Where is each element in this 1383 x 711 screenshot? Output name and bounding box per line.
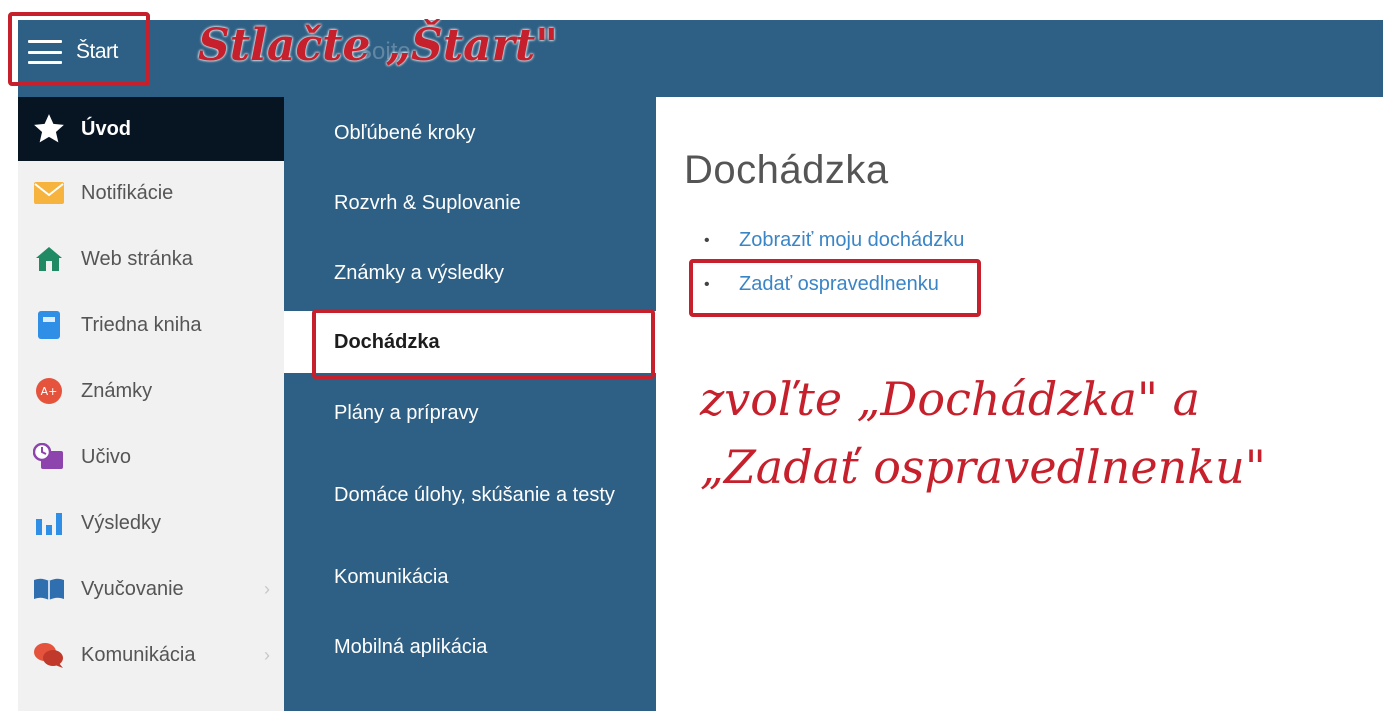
- menu-item-label: Domáce úlohy, skúšanie a testy: [334, 484, 615, 506]
- sidebar-item-znamky[interactable]: A+ Známky: [18, 359, 284, 423]
- envelope-icon: [32, 176, 66, 210]
- svg-text:A+: A+: [41, 385, 58, 398]
- menu-item-oblubene-kroky[interactable]: Obľúbené kroky: [284, 105, 656, 161]
- sidebar-item-label: Notifikácie: [81, 181, 174, 204]
- curriculum-icon: [32, 440, 66, 474]
- start-label: Štart: [76, 40, 118, 63]
- menu-item-dochadzka[interactable]: Dochádzka: [284, 311, 656, 373]
- book-icon: [32, 308, 66, 342]
- annotation-choose-line2: „Zadať ospravedlnenku": [700, 440, 1266, 494]
- menu-item-label: Komunikácia: [334, 565, 449, 588]
- sidebar-item-label: Úvod: [81, 117, 131, 140]
- bullet: •: [704, 276, 710, 293]
- sidebar-item-label: Triedna kniha: [81, 313, 202, 336]
- sidebar-item-triedna-kniha[interactable]: Triedna kniha: [18, 293, 284, 357]
- chevron-right-icon: ›: [264, 644, 270, 665]
- menu-item-label: Známky a výsledky: [334, 261, 505, 284]
- sidebar-item-ucivo[interactable]: Učivo: [18, 425, 284, 489]
- sidebar-item-web-stranka[interactable]: Web stránka: [18, 227, 284, 291]
- bar-chart-icon: [32, 506, 66, 540]
- sidebar-item-vyucovanie[interactable]: Vyučovanie ›: [18, 557, 284, 621]
- menu-item-rozvrh[interactable]: Rozvrh & Suplovanie: [284, 175, 656, 231]
- chat-icon: [32, 638, 66, 672]
- start-submenu: Obľúbené kroky Rozvrh & Suplovanie Známk…: [284, 97, 656, 711]
- annotation-choose-line1: zvoľte „Dochádzka" a: [700, 372, 1201, 426]
- sidebar-item-label: Vyučovanie: [81, 577, 184, 600]
- menu-item-label: Plány a prípravy: [334, 401, 479, 424]
- menu-item-label: Mobilná aplikácia: [334, 635, 488, 658]
- annotation-press-start: Stlačte „Štart": [198, 20, 559, 71]
- sidebar-item-label: Výsledky: [81, 511, 162, 534]
- sidebar-item-notifikacie[interactable]: Notifikácie: [18, 161, 284, 225]
- home-icon: [32, 242, 66, 276]
- view-attendance-link[interactable]: Zobraziť moju dochádzku: [739, 229, 964, 252]
- submit-excuse-link[interactable]: Zadať ospravedlnenku: [739, 273, 939, 296]
- menu-item-label: Obľúbené kroky: [334, 121, 476, 144]
- sidebar-item-label: Web stránka: [81, 247, 193, 270]
- menu-item-komunikacia[interactable]: Komunikácia: [284, 549, 656, 605]
- sidebar-item-label: Komunikácia: [81, 643, 196, 666]
- grades-icon: A+: [32, 374, 66, 408]
- sidebar-item-label: Učivo: [81, 445, 132, 468]
- chevron-right-icon: ›: [264, 578, 270, 599]
- hamburger-icon: [28, 40, 62, 64]
- sidebar-item-vysledky[interactable]: Výsledky: [18, 491, 284, 555]
- menu-item-znamky-vysledky[interactable]: Známky a výsledky: [284, 245, 656, 301]
- menu-item-label: Dochádzka: [334, 330, 440, 353]
- menu-item-plany[interactable]: Plány a prípravy: [284, 385, 656, 441]
- menu-item-label: Rozvrh & Suplovanie: [334, 191, 521, 214]
- sidebar-item-label: Známky: [81, 379, 153, 402]
- open-book-icon: [32, 572, 66, 606]
- star-icon: [32, 112, 66, 146]
- bullet: •: [704, 232, 710, 249]
- sidebar-item-uvod[interactable]: Úvod: [18, 97, 284, 161]
- page-title: Dochádzka: [684, 148, 889, 192]
- menu-item-domace-ulohy[interactable]: Domáce úlohy, skúšanie a testy: [284, 465, 656, 525]
- sidebar-item-komunikacia[interactable]: Komunikácia ›: [18, 623, 284, 687]
- menu-item-mobilna-aplikacia[interactable]: Mobilná aplikácia: [284, 619, 656, 675]
- start-menu-button[interactable]: Štart: [28, 32, 118, 72]
- left-sidebar: Úvod Notifikácie Web stránka Triedna kni…: [18, 97, 284, 711]
